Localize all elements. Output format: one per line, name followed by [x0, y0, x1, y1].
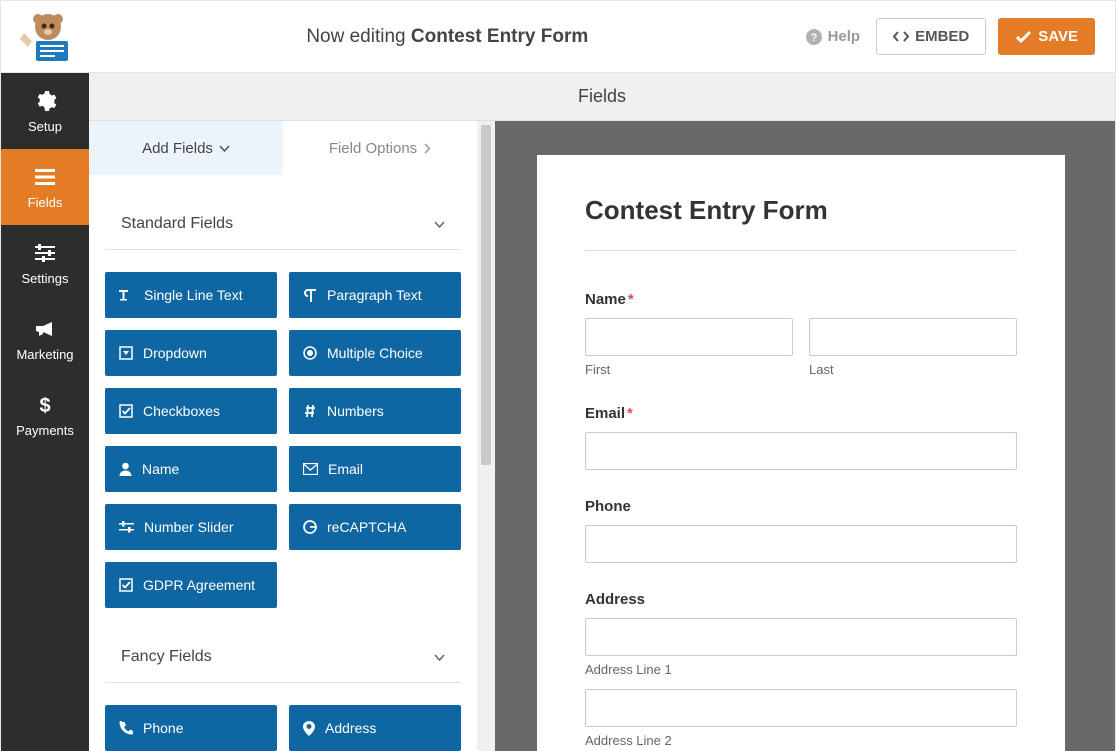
field-number-slider[interactable]: Number Slider [105, 504, 277, 550]
label-address: Address [585, 591, 1017, 608]
section-standard-fields[interactable]: Standard Fields [105, 199, 461, 250]
hashtag-icon [303, 404, 317, 418]
label-phone: Phone [585, 498, 1017, 515]
sublabel-address-2: Address Line 2 [585, 733, 1017, 748]
field-gdpr[interactable]: GDPR Agreement [105, 562, 277, 608]
field-paragraph-text[interactable]: Paragraph Text [289, 272, 461, 318]
input-address-1[interactable] [585, 618, 1017, 656]
sublabel-first: First [585, 362, 793, 377]
sidebar-item-payments[interactable]: $ Payments [1, 377, 89, 453]
sidebar-label: Fields [28, 195, 63, 210]
help-icon: ? [806, 29, 822, 45]
google-icon [303, 520, 317, 534]
section-fancy-fields[interactable]: Fancy Fields [105, 632, 461, 683]
tab-field-options[interactable]: Field Options [283, 121, 477, 175]
help-link[interactable]: ? Help [806, 28, 861, 45]
field-single-line-text[interactable]: Single Line Text [105, 272, 277, 318]
phone-icon [119, 721, 133, 735]
form-field-address[interactable]: Address Address Line 1 Address Line 2 [585, 591, 1017, 748]
sliders-icon [119, 521, 134, 533]
sidebar-item-settings[interactable]: Settings [1, 225, 89, 301]
input-address-2[interactable] [585, 689, 1017, 727]
tab-add-fields[interactable]: Add Fields [89, 121, 283, 175]
sidebar-item-marketing[interactable]: Marketing [1, 301, 89, 377]
checkmark-icon [1015, 30, 1032, 44]
form-field-name[interactable]: Name* First Last [585, 291, 1017, 377]
radio-icon [303, 346, 317, 360]
editing-title: Now editing Contest Entry Form [89, 26, 806, 48]
field-checkboxes[interactable]: Checkboxes [105, 388, 277, 434]
sidebar-item-fields[interactable]: Fields [1, 149, 89, 225]
text-cursor-icon [119, 288, 134, 302]
embed-button[interactable]: EMBED [876, 18, 986, 55]
gear-icon [33, 89, 57, 113]
input-last-name[interactable] [809, 318, 1017, 356]
user-icon [119, 462, 132, 476]
chevron-down-icon [219, 143, 230, 154]
field-address[interactable]: Address [289, 705, 461, 751]
form-field-email[interactable]: Email* [585, 405, 1017, 470]
sublabel-address-1: Address Line 1 [585, 662, 1017, 677]
save-button[interactable]: SAVE [998, 18, 1095, 55]
chevron-down-icon [434, 652, 445, 663]
field-multiple-choice[interactable]: Multiple Choice [289, 330, 461, 376]
list-icon [33, 165, 57, 189]
sidebar-label: Settings [22, 271, 69, 286]
logo[interactable] [1, 1, 89, 72]
scroll-thumb[interactable] [481, 125, 491, 465]
sidebar-label: Setup [28, 119, 62, 134]
form-preview: Contest Entry Form Name* First Last [495, 121, 1115, 751]
field-email[interactable]: Email [289, 446, 461, 492]
caret-square-icon [119, 346, 133, 360]
envelope-icon [303, 463, 318, 475]
dollar-icon: $ [33, 393, 57, 417]
panel-title: Fields [89, 73, 1115, 121]
chevron-right-icon [423, 143, 431, 154]
input-email[interactable] [585, 432, 1017, 470]
input-first-name[interactable] [585, 318, 793, 356]
field-name[interactable]: Name [105, 446, 277, 492]
sliders-icon [33, 241, 57, 265]
form-preview-title: Contest Entry Form [585, 195, 1017, 251]
bullhorn-icon [33, 317, 57, 341]
field-phone[interactable]: Phone [105, 705, 277, 751]
svg-text:$: $ [39, 395, 50, 417]
label-name: Name* [585, 291, 1017, 308]
check-square-icon [119, 404, 133, 418]
map-marker-icon [303, 721, 315, 736]
sidebar-label: Payments [16, 423, 74, 438]
embed-icon [893, 30, 909, 43]
svg-text:?: ? [810, 32, 817, 44]
field-recaptcha[interactable]: reCAPTCHA [289, 504, 461, 550]
input-phone[interactable] [585, 525, 1017, 563]
chevron-down-icon [434, 219, 445, 230]
sidebar-label: Marketing [16, 347, 73, 362]
form-field-phone[interactable]: Phone [585, 498, 1017, 563]
sidebar-item-setup[interactable]: Setup [1, 73, 89, 149]
nav-sidebar: Setup Fields Settings Marketing $ Paymen… [1, 73, 89, 751]
label-email: Email* [585, 405, 1017, 422]
field-dropdown[interactable]: Dropdown [105, 330, 277, 376]
sublabel-last: Last [809, 362, 1017, 377]
field-numbers[interactable]: Numbers [289, 388, 461, 434]
check-square-icon [119, 578, 133, 592]
paragraph-icon [303, 288, 317, 302]
left-panel-scrollbar[interactable] [477, 121, 495, 751]
